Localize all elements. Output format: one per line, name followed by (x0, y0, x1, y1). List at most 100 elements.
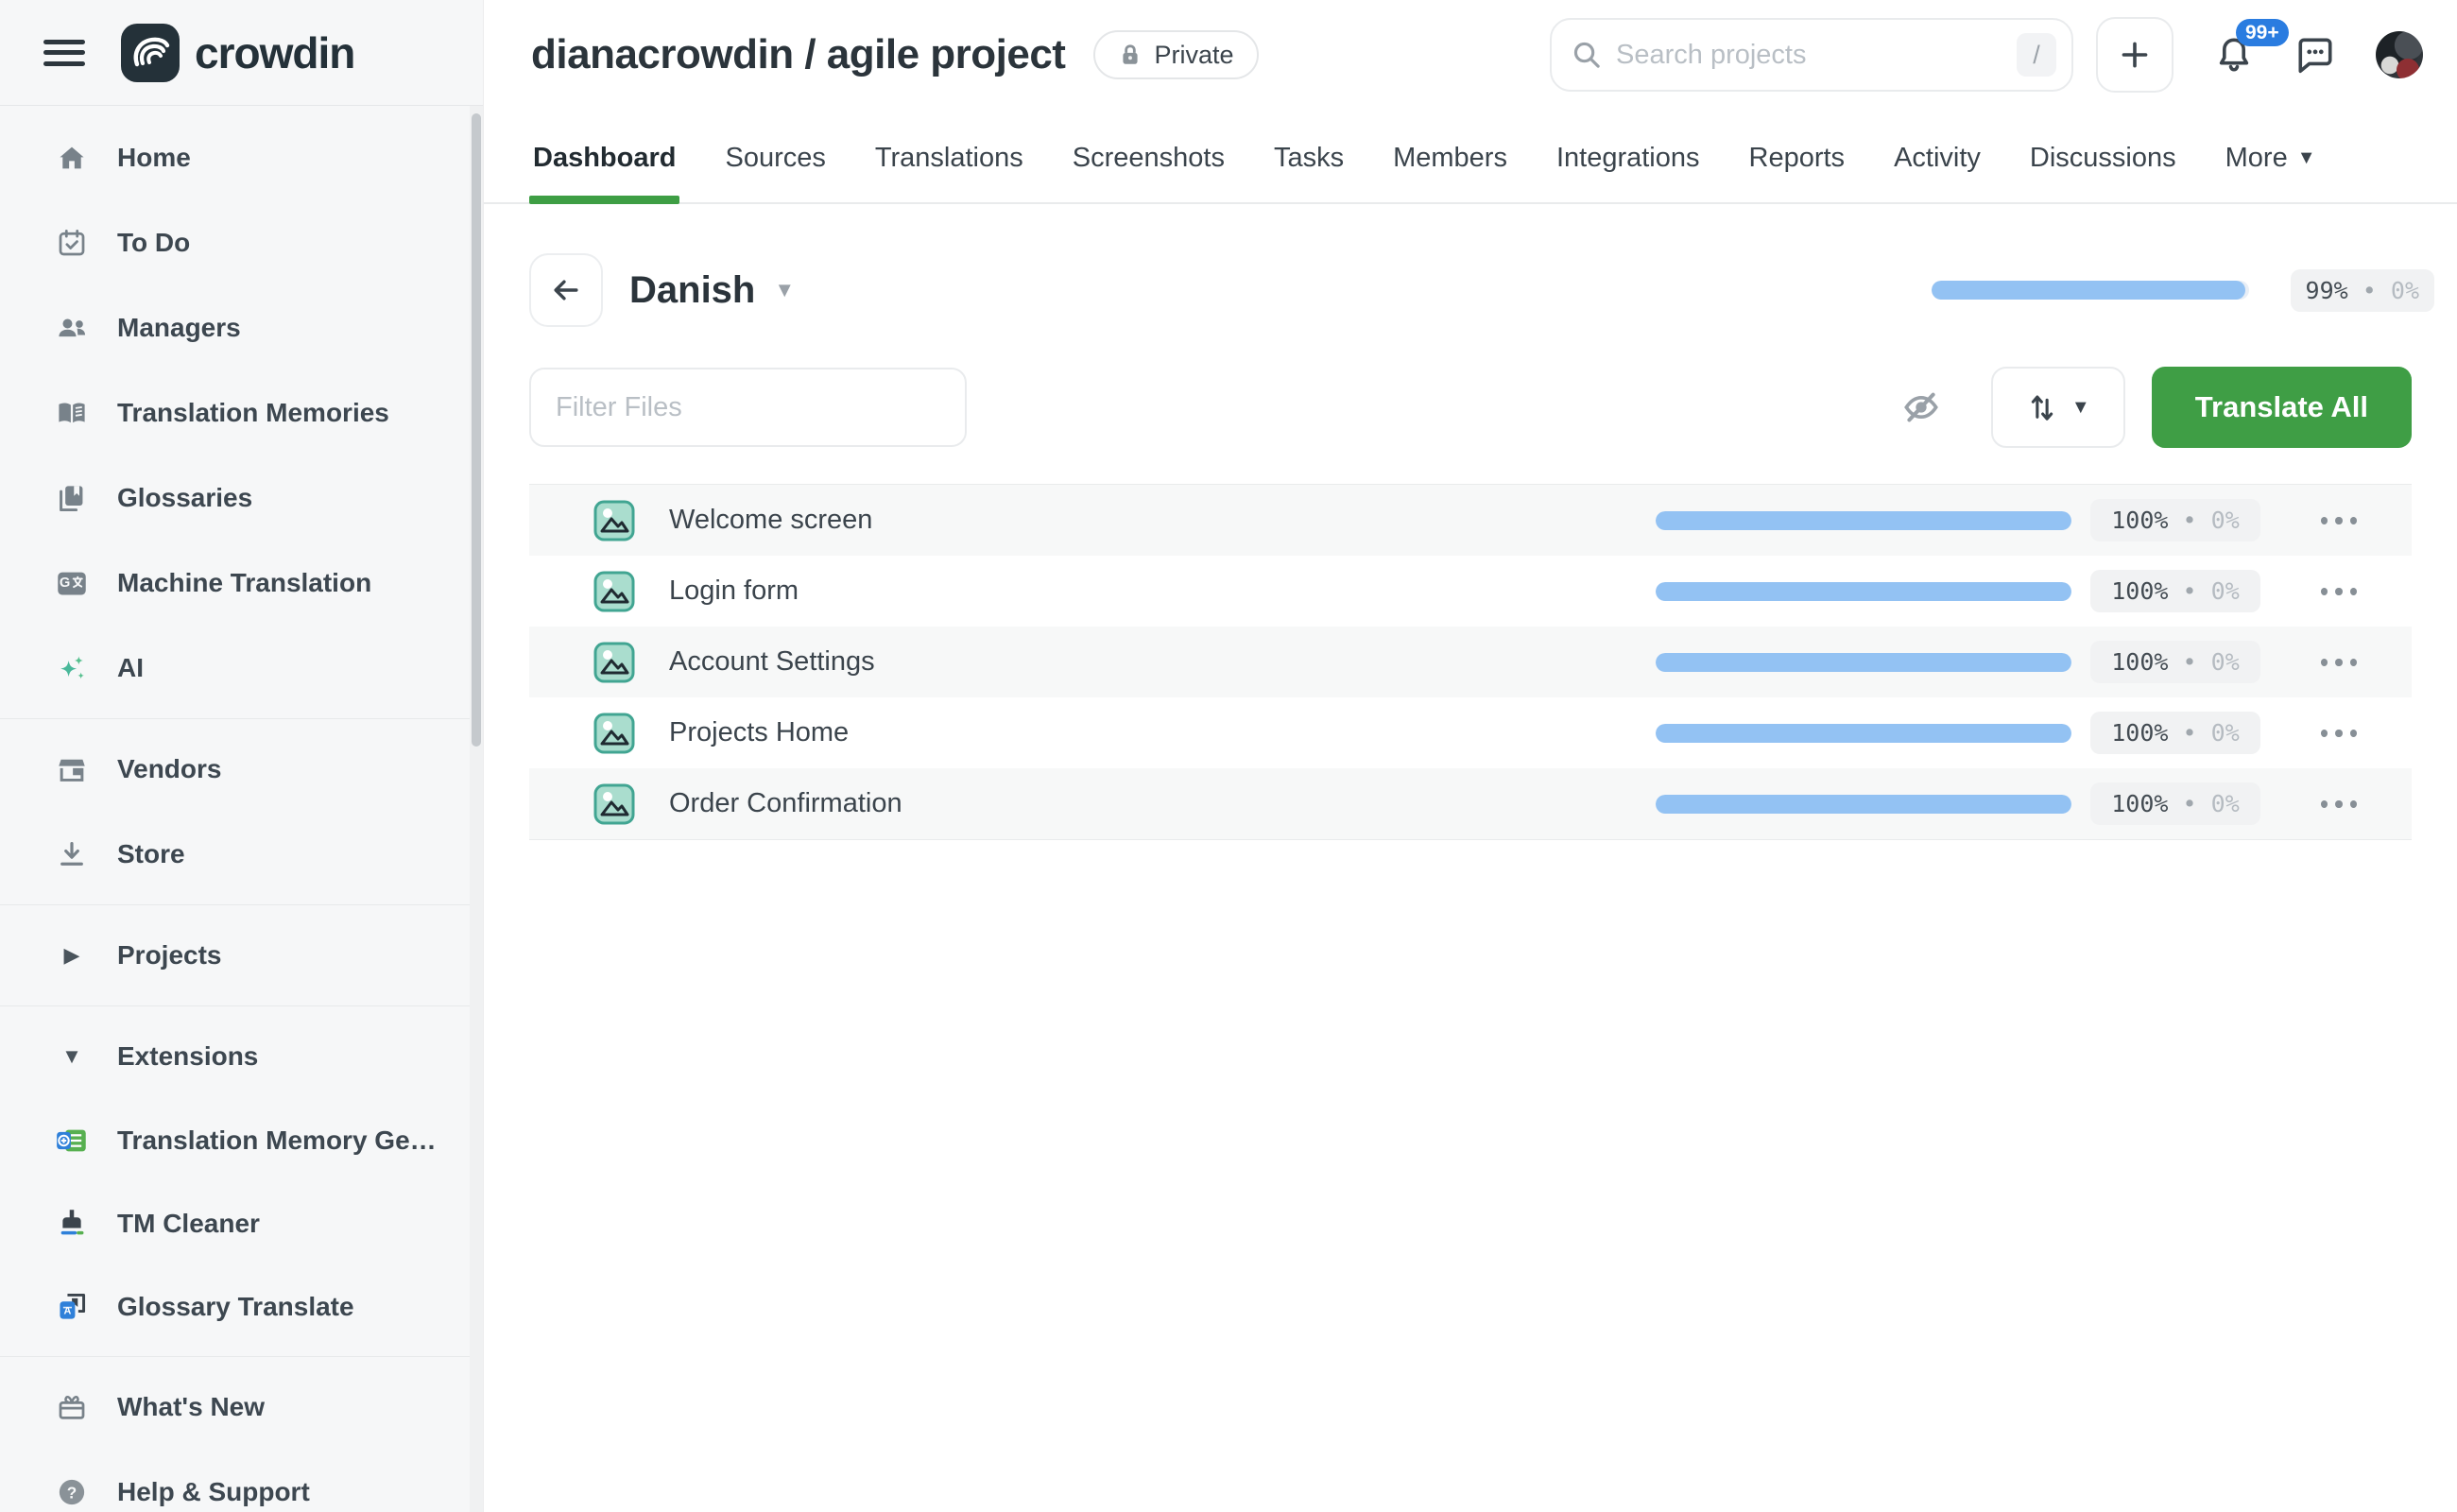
sidebar-item-vendors[interactable]: Vendors (0, 727, 483, 812)
sidebar-divider (0, 718, 483, 719)
file-row-order-confirmation[interactable]: Order Confirmation 100% • 0% (529, 768, 2412, 839)
crowdin-logo[interactable]: crowdin (121, 24, 354, 82)
sidebar-item-translation-memories[interactable]: Translation Memories (0, 370, 483, 455)
file-actions-menu-button[interactable] (2321, 659, 2357, 666)
project-tabs: Dashboard Sources Translations Screensho… (484, 110, 2457, 204)
sidebar-item-projects[interactable]: ▶︎ Projects (0, 913, 483, 998)
project-title: dianacrowdin / agile project (531, 31, 1065, 78)
hamburger-menu-icon[interactable] (42, 34, 87, 72)
sidebar-item-whats-new[interactable]: What's New (0, 1365, 483, 1450)
help-question-icon: ? (53, 1477, 91, 1507)
chevron-down-icon: ▼︎ (2071, 397, 2090, 419)
tab-more[interactable]: More▼︎ (2224, 143, 2318, 202)
back-button[interactable] (529, 253, 603, 327)
sidebar-scrollbar-track[interactable] (470, 106, 483, 1512)
sidebar-item-ai[interactable]: AI (0, 626, 483, 711)
sidebar-divider (0, 1005, 483, 1006)
sidebar-item-managers[interactable]: Managers (0, 285, 483, 370)
sidebar-divider (0, 1356, 483, 1357)
image-file-icon (593, 642, 635, 683)
glossary-translate-icon: A (53, 1292, 91, 1322)
svg-text:?: ? (67, 1483, 77, 1502)
sidebar: crowdin Home To Do Managers (0, 0, 484, 1512)
tab-reports[interactable]: Reports (1747, 143, 1847, 202)
file-row-login-form[interactable]: Login form 100% • 0% (529, 556, 2412, 627)
tab-members[interactable]: Members (1391, 143, 1509, 202)
ai-sparkles-icon (53, 652, 91, 684)
file-row-welcome-screen[interactable]: Welcome screen 100% • 0% (529, 485, 2412, 556)
topbar: dianacrowdin / agile project Private / 9… (484, 0, 2457, 110)
file-progress-label: 100% • 0% (2090, 499, 2260, 541)
language-dropdown-caret[interactable]: ▼︎ (774, 278, 795, 302)
hide-completed-eye-off-icon[interactable] (1900, 387, 1942, 428)
sidebar-divider (0, 904, 483, 905)
filter-files-input[interactable] (529, 368, 967, 447)
file-actions-menu-button[interactable] (2321, 730, 2357, 737)
tab-sources[interactable]: Sources (723, 143, 827, 202)
sort-arrows-icon (2026, 390, 2058, 424)
file-actions-menu-button[interactable] (2321, 588, 2357, 595)
image-file-icon (593, 713, 635, 754)
file-progress-label: 100% • 0% (2090, 570, 2260, 612)
language-name: Danish (629, 269, 755, 312)
sidebar-item-glossary-translate[interactable]: A Glossary Translate (0, 1265, 483, 1349)
gift-icon (53, 1392, 91, 1422)
sidebar-item-machine-translation[interactable]: G Machine Translation (0, 541, 483, 626)
messages-button[interactable] (2294, 34, 2336, 76)
app-window: crowdin Home To Do Managers (0, 0, 2457, 1512)
privacy-badge-label: Private (1154, 41, 1233, 70)
image-file-icon (593, 783, 635, 825)
lock-icon (1118, 43, 1143, 67)
search-icon (1571, 39, 1603, 71)
sidebar-item-tm-generator[interactable]: Translation Memory Gene... (0, 1099, 483, 1182)
sidebar-item-todo[interactable]: To Do (0, 200, 483, 285)
chat-icon (2294, 34, 2336, 76)
chevron-down-icon: ▼︎ (53, 1044, 91, 1069)
sort-button[interactable]: ▼︎ (1991, 367, 2125, 448)
chevron-right-icon: ▶︎ (53, 943, 91, 968)
file-row-projects-home[interactable]: Projects Home 100% • 0% (529, 697, 2412, 768)
create-project-button[interactable] (2096, 17, 2174, 93)
search-input[interactable] (1616, 40, 2003, 71)
tab-screenshots[interactable]: Screenshots (1071, 143, 1227, 202)
tab-activity[interactable]: Activity (1892, 143, 1983, 202)
tab-tasks[interactable]: Tasks (1272, 143, 1346, 202)
search-box[interactable]: / (1550, 18, 2073, 92)
tab-dashboard[interactable]: Dashboard (531, 143, 678, 202)
svg-text:G: G (60, 576, 70, 591)
image-file-icon (593, 571, 635, 612)
tm-generator-icon (53, 1125, 91, 1156)
tab-integrations[interactable]: Integrations (1555, 143, 1702, 202)
user-avatar[interactable] (2376, 31, 2423, 78)
plus-icon (2118, 38, 2152, 72)
search-shortcut-hint: / (2017, 33, 2056, 77)
sidebar-item-store[interactable]: Store (0, 812, 483, 897)
crowdin-logo-icon (121, 24, 180, 82)
sidebar-header: crowdin (0, 0, 483, 106)
file-actions-menu-button[interactable] (2321, 800, 2357, 808)
file-actions-menu-button[interactable] (2321, 517, 2357, 524)
translate-all-button[interactable]: Translate All (2152, 367, 2412, 448)
tab-discussions[interactable]: Discussions (2028, 143, 2178, 202)
notifications-button[interactable]: 99+ (2213, 34, 2255, 76)
arrow-left-icon (548, 272, 584, 308)
file-progress-label: 100% • 0% (2090, 641, 2260, 683)
sidebar-nav: Home To Do Managers Translation Memories (0, 106, 483, 1512)
download-store-icon (53, 839, 91, 869)
sidebar-scrollbar-thumb[interactable] (472, 113, 481, 747)
file-row-account-settings[interactable]: Account Settings 100% • 0% (529, 627, 2412, 697)
sidebar-item-tm-cleaner[interactable]: TM Cleaner (0, 1182, 483, 1265)
file-progress-bar (1656, 724, 2071, 743)
open-book-icon (53, 398, 91, 428)
sidebar-item-help-support[interactable]: ? Help & Support (0, 1450, 483, 1512)
sidebar-item-extensions[interactable]: ▼︎ Extensions (0, 1014, 483, 1099)
main-area: dianacrowdin / agile project Private / 9… (484, 0, 2457, 1512)
sidebar-item-home[interactable]: Home (0, 115, 483, 200)
privacy-badge: Private (1093, 30, 1258, 79)
files-toolbar: ▼︎ Translate All (484, 367, 2457, 448)
sidebar-item-glossaries[interactable]: Glossaries (0, 455, 483, 541)
language-progress-bar (1932, 281, 2249, 300)
storefront-icon (53, 754, 91, 784)
file-progress-bar (1656, 795, 2071, 814)
tab-translations[interactable]: Translations (873, 143, 1025, 202)
